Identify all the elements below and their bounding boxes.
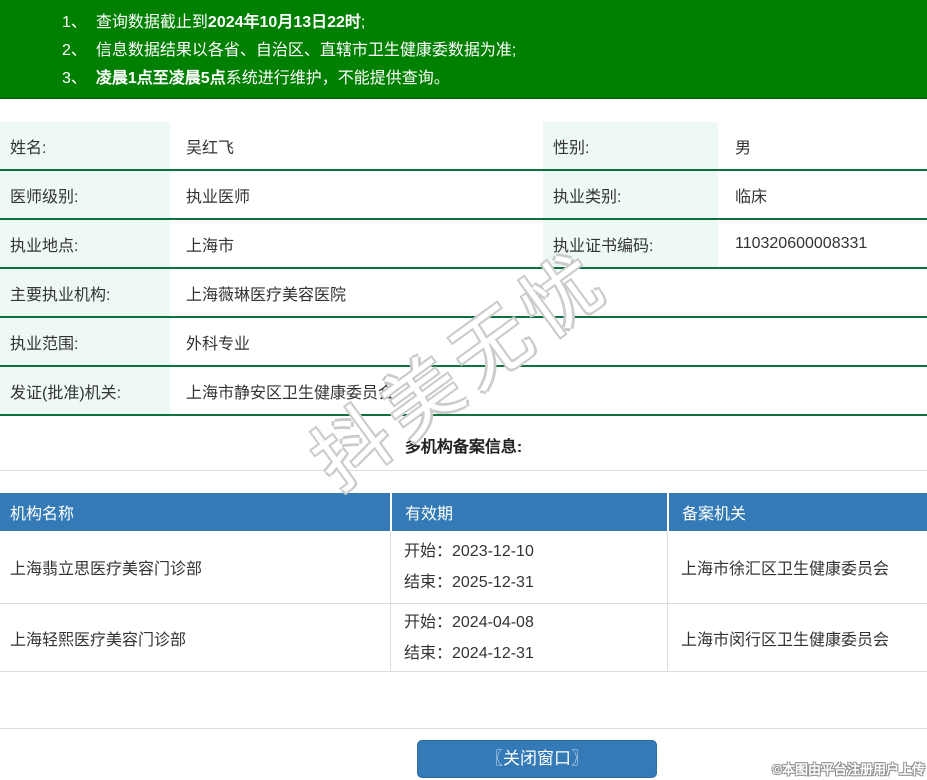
notice-text: 查询数据截止到 [95,14,208,31]
table-row: 发证(批准)机关: 上海市静安区卫生健康委员会 [0,367,927,416]
field-label-main-institution: 主要执业机构: [0,269,170,316]
copyright-watermark: ©本图由平台注册用户上传 [772,762,925,777]
record-row: 上海翡立思医疗美容门诊部 开始：2023-12-10 结束：2025-12-31… [0,531,927,604]
notice-bold-text: 2024年10月13日22时 [207,14,361,31]
field-label-issuing-authority: 发证(批准)机关: [0,367,170,414]
validity-end-date: 结束：2025-12-31 [404,574,534,591]
field-label-practice-category: 执业类别: [543,171,718,218]
field-value-practice-category: 临床 [735,188,768,206]
notice-text: ; [360,14,366,31]
table-row: 执业范围: 外科专业 [0,318,927,367]
validity-end-date: 结束：2024-12-31 [404,644,534,662]
field-label-doctor-level: 医师级别: [0,171,170,218]
field-value-practice-location: 上海市 [186,237,235,255]
notice-line-3: 3、 凌晨1点至凌晨5点系统进行维护，不能提供查询。 [62,65,927,93]
multi-org-records-table: 机构名称 有效期 备案机关 上海翡立思医疗美容门诊部 开始：2023-12-10… [0,493,927,672]
notice-number: 3、 [62,70,87,87]
divider-line [0,728,927,729]
field-value-issuing-authority: 上海市静安区卫生健康委员会 [186,384,395,402]
table-row: 主要执业机构: 上海薇琳医疗美容医院 [0,269,927,318]
notice-number: 1、 [62,14,87,31]
field-label-name: 姓名: [0,122,170,169]
field-value-name: 吴红飞 [186,139,235,157]
notice-line-2: 2、 信息数据结果以各省、自治区、直辖市卫生健康委数据为准; [62,37,927,65]
validity-start-date: 开始：2023-12-10 [404,543,534,560]
record-row: 上海轻熙医疗美容门诊部 开始：2024-04-08 结束：2024-12-31 … [0,604,927,672]
field-label-practice-location: 执业地点: [0,220,170,267]
notice-number: 2、 [62,42,87,59]
field-label-practice-scope: 执业范围: [0,318,170,365]
table-row: 执业地点: 上海市 执业证书编码: 110320600008331 [0,220,927,269]
notice-line-1: 1、 查询数据截止到2024年10月13日22时; [62,9,927,37]
record-institution-name: 上海轻熙医疗美容门诊部 [10,631,187,649]
table-row: 姓名: 吴红飞 性别: 男 [0,122,927,171]
close-window-button[interactable]: 〖关闭窗口〗 [417,740,657,778]
field-value-certificate-number: 110320600008331 [735,234,868,252]
notice-text: 信息数据结果以各省、自治区、直辖市卫生健康委数据为准; [95,42,517,59]
field-value-practice-scope: 外科专业 [186,335,251,353]
field-label-gender: 性别: [543,122,718,169]
field-value-main-institution: 上海薇琳医疗美容医院 [186,286,347,304]
divider-line [0,470,927,471]
column-header-record-authority: 备案机关 [667,493,927,531]
notice-bold-text: 凌晨1点至凌晨5点 [95,70,226,87]
table-row: 医师级别: 执业医师 执业类别: 临床 [0,171,927,220]
record-authority: 上海市徐汇区卫生健康委员会 [667,531,927,603]
record-institution-name: 上海翡立思医疗美容门诊部 [10,561,203,578]
column-header-institution-name: 机构名称 [10,506,75,523]
column-header-validity-period: 有效期 [390,493,667,531]
record-authority: 上海市闵行区卫生健康委员会 [667,604,927,671]
notice-banner: 1、 查询数据截止到2024年10月13日22时; 2、 信息数据结果以各省、自治区… [0,0,927,99]
record-validity-period: 开始：2023-12-10 结束：2025-12-31 [390,531,667,603]
practitioner-info-table: 姓名: 吴红飞 性别: 男 医师级别: 执业医师 执业类别: 临床 执业地点: … [0,122,927,416]
field-label-certificate-number: 执业证书编码: [543,220,718,267]
records-table-header: 机构名称 有效期 备案机关 [0,493,927,531]
section-title-multi-org-records: 多机构备案信息: [404,439,523,456]
field-value-gender: 男 [735,139,752,157]
notice-text: 系统进行维护，不能提供查询。 [225,70,450,87]
field-value-doctor-level: 执业医师 [186,188,251,206]
record-validity-period: 开始：2024-04-08 结束：2024-12-31 [390,604,667,671]
validity-start-date: 开始：2024-04-08 [404,613,534,631]
